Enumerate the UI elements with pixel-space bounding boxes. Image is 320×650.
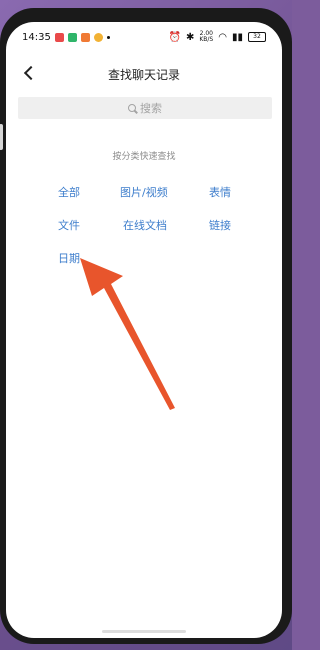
- device-background: 14:35 ⏰ ✱ 2.00 KB/S ◠ ▮▮ 32 查找聊天记录 搜索 按分…: [0, 0, 292, 650]
- search-placeholder: 搜索: [140, 102, 162, 115]
- nav-bar: 查找聊天记录: [6, 60, 282, 88]
- notification-app-icon: [67, 32, 77, 42]
- search-icon: [128, 103, 137, 113]
- notification-app-icon: [93, 32, 103, 42]
- network-speed: 2.00 KB/S: [199, 30, 214, 43]
- category-date[interactable]: 日期: [58, 250, 80, 266]
- wifi-icon: ◠: [218, 31, 227, 43]
- search-input[interactable]: 搜索: [18, 97, 272, 119]
- page-title: 查找聊天记录: [107, 68, 180, 82]
- section-label: 按分类快速查找: [112, 152, 176, 162]
- category-online-docs[interactable]: 在线文档: [123, 217, 167, 233]
- battery-icon: 32: [248, 32, 266, 42]
- status-left: 14:35: [22, 32, 110, 43]
- category-links[interactable]: 链接: [209, 217, 231, 233]
- notification-app-icon: [54, 32, 64, 42]
- alarm-icon: ⏰: [168, 31, 181, 43]
- status-time: 14:35: [22, 31, 51, 43]
- home-indicator: [102, 630, 186, 633]
- status-right: ⏰ ✱ 2.00 KB/S ◠ ▮▮ 32: [169, 31, 266, 43]
- side-button: [0, 124, 3, 150]
- category-photos-videos[interactable]: 图片/视频: [120, 184, 168, 200]
- category-files[interactable]: 文件: [58, 217, 80, 233]
- signal-icon: ▮▮: [231, 31, 243, 43]
- category-stickers[interactable]: 表情: [209, 184, 231, 200]
- more-notifications-icon: [106, 35, 110, 39]
- category-all[interactable]: 全部: [58, 184, 80, 200]
- status-bar: 14:35 ⏰ ✱ 2.00 KB/S ◠ ▮▮ 32: [6, 22, 282, 52]
- bluetooth-icon: ✱: [185, 31, 195, 43]
- screen: 14:35 ⏰ ✱ 2.00 KB/S ◠ ▮▮ 32 查找聊天记录 搜索 按分…: [6, 22, 282, 638]
- notification-app-icon: [80, 32, 90, 42]
- phone-frame: 14:35 ⏰ ✱ 2.00 KB/S ◠ ▮▮ 32 查找聊天记录 搜索 按分…: [0, 8, 292, 644]
